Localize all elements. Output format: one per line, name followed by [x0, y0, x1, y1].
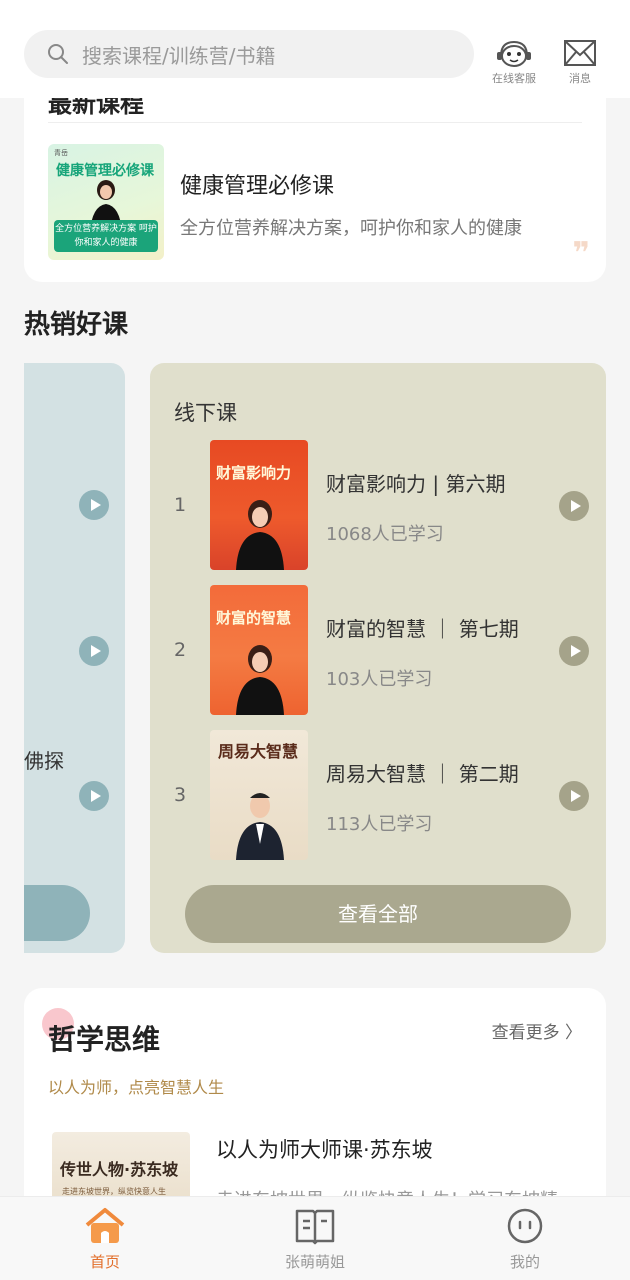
course-title[interactable]: 以人为师大师课·苏东坡 [216, 1134, 433, 1164]
learner-count: 113人已学习 [326, 814, 433, 835]
tab-label: 我的 [509, 1253, 540, 1271]
learner-count: 103人已学习 [326, 669, 433, 690]
course-description: 全方位营养解决方案，呵护你和家人的健康 [180, 218, 522, 239]
search-placeholder: 搜索课程/训练营/书籍 [82, 43, 276, 68]
philosophy-subtitle: 以人为师，点亮智慧人生 [48, 1078, 225, 1097]
course-cover[interactable]: 财富的智慧 [210, 585, 308, 715]
card-title: 线下课 [174, 401, 237, 425]
play-icon[interactable] [79, 490, 109, 520]
course-cover[interactable]: 周易大智慧 [210, 730, 308, 860]
tab-author[interactable]: 张萌萌姐 [255, 1207, 375, 1272]
play-icon[interactable] [79, 781, 109, 811]
envelope-icon [564, 40, 596, 66]
cover-title: 财富的智慧 [216, 609, 292, 627]
home-icon [85, 1208, 125, 1243]
cut-off-title: 佛探 [24, 749, 64, 773]
course-cover[interactable]: 财富影响力 [210, 440, 308, 570]
presenter-image [236, 793, 284, 860]
book-icon [295, 1209, 335, 1245]
presenter-image [236, 500, 284, 570]
customer-service-icon [497, 40, 531, 67]
rank-number: 2 [174, 639, 187, 661]
course-title[interactable]: 健康管理必修课 [180, 168, 334, 200]
thumbnail-brand: 青岳 [54, 149, 68, 157]
thumbnail-title: 传世人物·苏东坡 [60, 1160, 179, 1179]
course-row[interactable]: 2 财富的智慧 财富的智慧 ｜ 第七期 103人已学习 [150, 585, 606, 715]
view-all-button[interactable] [24, 885, 90, 941]
hot-courses-title: 热销好课 [24, 310, 129, 340]
play-icon[interactable] [79, 636, 109, 666]
profile-icon [507, 1208, 543, 1244]
course-row[interactable]: 1 财富影响力 财富影响力 | 第六期 1068人已学习 [150, 440, 606, 570]
section-title-cutoff: 最新课程 [48, 98, 144, 118]
bottom-tab-bar: 首页 张萌萌姐 我的 [0, 1196, 630, 1280]
customer-service-button[interactable]: 在线客服 [484, 38, 544, 86]
thumbnail-title: 健康管理必修课 [56, 163, 154, 179]
cover-title: 财富影响力 [216, 464, 292, 482]
tab-label: 张萌萌姐 [284, 1253, 345, 1271]
tab-label: 首页 [89, 1253, 120, 1271]
customer-service-label: 在线客服 [492, 72, 536, 85]
thumbnail-band: 全方位营养解决方案 呵护你和家人的健康 [54, 220, 158, 252]
presenter-image [236, 645, 284, 715]
top-header: 搜索课程/训练营/书籍 在线客服 消息 [0, 0, 630, 98]
search-icon [48, 44, 68, 64]
messages-button[interactable]: 消息 [550, 38, 610, 86]
tab-home[interactable]: 首页 [45, 1207, 165, 1272]
play-icon[interactable] [559, 781, 589, 811]
course-title: 财富的智慧 ｜ 第七期 [326, 617, 519, 641]
divider [48, 122, 582, 123]
view-all-button[interactable]: 查看全部 [185, 885, 571, 943]
learner-count: 1068人已学习 [326, 524, 444, 545]
quote-icon: ❞ [572, 236, 590, 271]
cover-title: 周易大智慧 [218, 742, 299, 761]
tab-profile[interactable]: 我的 [465, 1207, 585, 1272]
course-thumbnail[interactable]: 青岳 健康管理必修课 全方位营养解决方案 呵护你和家人的健康 [48, 144, 164, 260]
see-more-link[interactable]: 查看更多 〉 [492, 1018, 582, 1043]
course-title: 周易大智慧 ｜ 第二期 [326, 762, 519, 786]
course-row[interactable]: 3 周易大智慧 周易大智慧 ｜ 第二期 113人已学习 [150, 730, 606, 860]
rank-number: 1 [174, 494, 187, 516]
featured-course-card[interactable]: 最新课程 青岳 健康管理必修课 全方位营养解决方案 呵护你和家人的健康 健康管理… [24, 98, 606, 282]
messages-label: 消息 [569, 72, 591, 85]
search-bar[interactable]: 搜索课程/训练营/书籍 [24, 30, 474, 78]
play-icon[interactable] [559, 636, 589, 666]
philosophy-title: 哲学思维 [48, 1023, 161, 1056]
play-icon[interactable] [559, 491, 589, 521]
rank-number: 3 [174, 784, 187, 806]
offline-courses-card: 线下课 1 财富影响力 财富影响力 | 第六期 1068人已学习 2 财富的智慧… [150, 363, 606, 953]
previous-category-card[interactable]: 佛探 [24, 363, 125, 953]
course-title: 财富影响力 | 第六期 [326, 472, 506, 496]
